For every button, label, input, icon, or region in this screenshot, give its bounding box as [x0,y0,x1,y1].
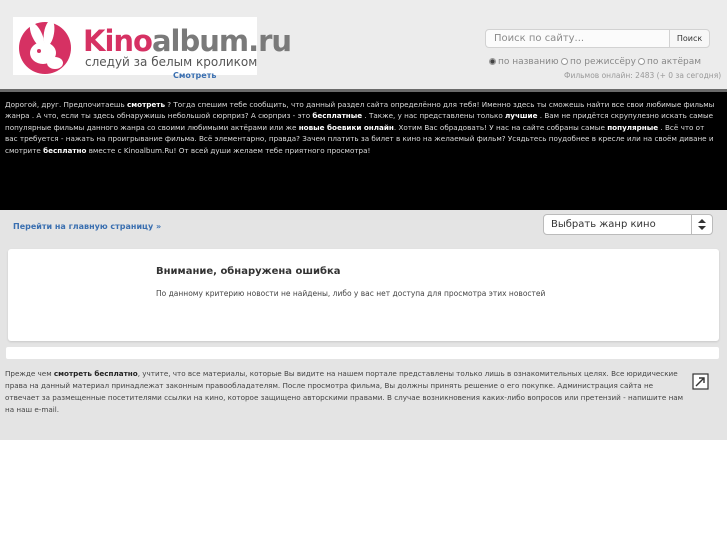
empty-panel [6,347,719,359]
home-page-link[interactable]: Перейти на главную страницу » [13,222,161,231]
search-option-label: по режиссёру [570,57,636,67]
intro-text: Дорогой, друг. Предпочитаешь смотреть ? … [5,100,715,155]
search-option-title[interactable]: по названию [489,57,559,67]
radio-icon [638,58,645,65]
search-option-label: по актёрам [647,57,701,67]
search-option-label: по названию [498,57,559,67]
content-area: Перейти на главную страницу » Выбрать жа… [0,210,727,440]
external-link-icon[interactable] [692,373,709,390]
intro-band: Дорогой, друг. Предпочитаешь смотреть ? … [0,89,727,210]
site-header: Kinoalbum.ru следуй за белым кроликом См… [0,0,727,89]
radio-selected-icon [489,58,496,65]
search-option-director[interactable]: по режиссёру [561,57,636,67]
search-input[interactable] [485,29,670,48]
logo-word-kino: Kino [83,24,153,58]
search-option-actors[interactable]: по актёрам [638,57,701,67]
films-online-counter: Фильмов онлайн: 2483 (+ 0 за сегодня) [564,71,722,80]
logo-word-rest: album.ru [151,24,292,58]
radio-icon [561,58,568,65]
watch-link[interactable]: Смотреть [173,71,216,80]
search-button[interactable]: Поиск [669,29,710,48]
rabbit-logo-icon [19,20,71,74]
logo-tagline: следуй за белым кроликом [85,55,258,69]
error-panel: Внимание, обнаружена ошибка По данному к… [8,249,719,341]
genre-select-value: Выбрать жанр кино [551,219,656,230]
logo-wordmark: Kinoalbum.ru [83,24,292,58]
disclaimer-text: Прежде чем смотреть бесплатно, учтите, ч… [5,369,684,414]
genre-select[interactable]: Выбрать жанр кино [543,214,713,235]
up-down-arrow-icon [691,215,706,234]
error-title: Внимание, обнаружена ошибка [156,266,341,277]
site-logo[interactable]: Kinoalbum.ru следуй за белым кроликом [13,17,292,75]
error-message: По данному критерию новости не найдены, … [156,289,546,298]
